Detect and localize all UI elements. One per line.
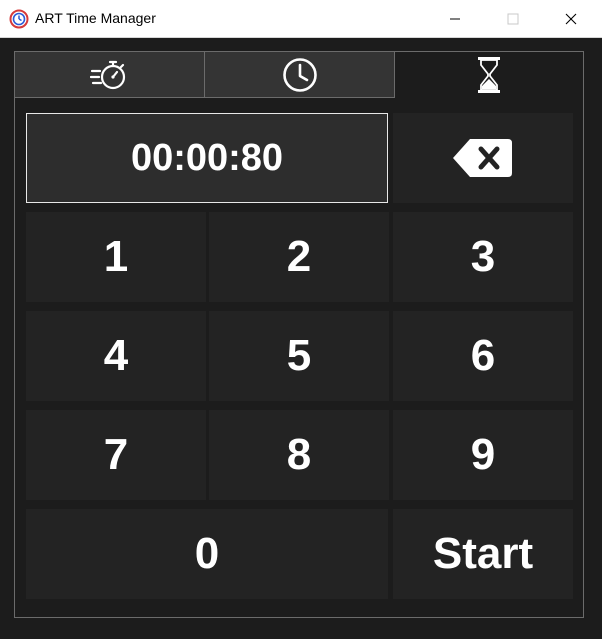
key-7[interactable]: 7	[26, 410, 206, 500]
key-0[interactable]: 0	[26, 509, 388, 599]
timer-display: 00:00:80	[26, 113, 388, 203]
key-8[interactable]: 8	[209, 410, 389, 500]
close-icon	[565, 13, 577, 24]
backspace-icon	[453, 139, 512, 177]
key-1[interactable]: 1	[26, 212, 206, 302]
maximize-icon	[507, 13, 519, 24]
key-4[interactable]: 4	[26, 311, 206, 401]
app-window: ART Time Manager 00:00:80 1 2 3 4 5 6 7 …	[0, 0, 602, 639]
clock-app-icon	[9, 9, 29, 29]
key-5[interactable]: 5	[209, 311, 389, 401]
minimize-button[interactable]	[426, 0, 484, 37]
main-panel: 00:00:80 1 2 3 4 5 6 7 8 9 0 Start	[14, 51, 584, 618]
minimize-icon	[450, 18, 460, 19]
clock-icon	[282, 57, 317, 92]
backspace-button[interactable]	[393, 113, 573, 203]
close-button[interactable]	[542, 0, 600, 37]
start-button[interactable]: Start	[393, 509, 573, 599]
maximize-button[interactable]	[484, 0, 542, 37]
key-6[interactable]: 6	[393, 311, 573, 401]
key-3[interactable]: 3	[393, 212, 573, 302]
tab-clock[interactable]	[205, 52, 395, 98]
key-2[interactable]: 2	[209, 212, 389, 302]
hourglass-icon	[478, 57, 500, 93]
window-title: ART Time Manager	[35, 10, 156, 26]
stopwatch-icon	[89, 60, 125, 89]
tab-timer[interactable]	[395, 52, 583, 98]
key-9[interactable]: 9	[393, 410, 573, 500]
title-bar[interactable]: ART Time Manager	[0, 0, 602, 38]
tab-stopwatch[interactable]	[15, 52, 205, 98]
